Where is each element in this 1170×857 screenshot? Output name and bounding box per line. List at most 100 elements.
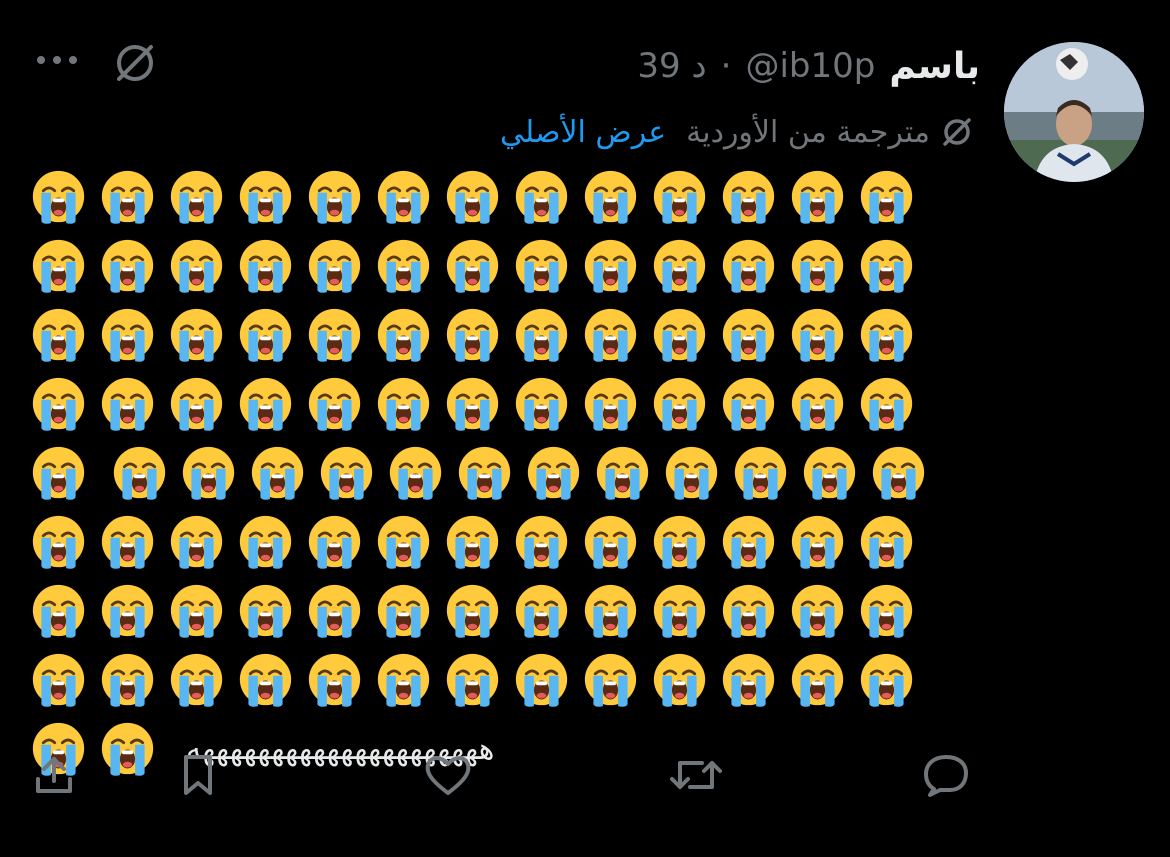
loudly-crying-face-emoji xyxy=(446,308,499,362)
loudly-crying-face-emoji xyxy=(791,584,844,638)
loudly-crying-face-emoji xyxy=(170,239,223,293)
loudly-crying-face-emoji xyxy=(791,239,844,293)
loudly-crying-face-emoji xyxy=(446,653,499,707)
loudly-crying-face-emoji xyxy=(515,308,568,362)
loudly-crying-face-emoji xyxy=(722,170,775,224)
tweet-body: هههههههههههههههههههههه xyxy=(30,168,930,789)
loudly-crying-face-emoji xyxy=(239,308,292,362)
loudly-crying-face-emoji xyxy=(860,584,913,638)
loudly-crying-face-emoji xyxy=(722,239,775,293)
share-icon xyxy=(36,757,72,793)
loudly-crying-face-emoji xyxy=(446,239,499,293)
reply-icon xyxy=(924,755,968,797)
loudly-crying-face-emoji xyxy=(32,446,85,500)
loudly-crying-face-emoji xyxy=(308,239,361,293)
loudly-crying-face-emoji xyxy=(515,515,568,569)
emoji-row xyxy=(30,582,930,651)
loudly-crying-face-emoji xyxy=(239,653,292,707)
bookmark-button[interactable] xyxy=(168,745,228,805)
loudly-crying-face-emoji xyxy=(791,653,844,707)
loudly-crying-face-emoji xyxy=(377,308,430,362)
more-icon xyxy=(37,56,77,64)
loudly-crying-face-emoji xyxy=(308,308,361,362)
retweet-icon xyxy=(670,761,722,789)
like-button[interactable] xyxy=(418,745,478,805)
loudly-crying-face-emoji xyxy=(170,377,223,431)
loudly-crying-face-emoji xyxy=(239,515,292,569)
loudly-crying-face-emoji xyxy=(101,653,154,707)
emoji-row xyxy=(30,651,930,720)
loudly-crying-face-emoji xyxy=(170,653,223,707)
loudly-crying-face-emoji xyxy=(251,446,304,500)
tweet-header: باسم @ib10p · 39 د xyxy=(637,38,980,94)
loudly-crying-face-emoji xyxy=(308,653,361,707)
loudly-crying-face-emoji xyxy=(653,653,706,707)
emoji-row xyxy=(30,306,930,375)
loudly-crying-face-emoji xyxy=(722,308,775,362)
loudly-crying-face-emoji xyxy=(791,308,844,362)
loudly-crying-face-emoji xyxy=(791,515,844,569)
reply-button[interactable] xyxy=(916,745,976,805)
translate-toggle-button[interactable] xyxy=(108,36,162,90)
avatar[interactable] xyxy=(1004,42,1144,182)
loudly-crying-face-emoji xyxy=(515,170,568,224)
loudly-crying-face-emoji xyxy=(170,170,223,224)
loudly-crying-face-emoji xyxy=(446,584,499,638)
emoji-row xyxy=(30,375,930,444)
loudly-crying-face-emoji xyxy=(239,170,292,224)
loudly-crying-face-emoji xyxy=(101,377,154,431)
translate-icon xyxy=(943,118,971,146)
loudly-crying-face-emoji xyxy=(860,239,913,293)
loudly-crying-face-emoji xyxy=(653,239,706,293)
loudly-crying-face-emoji xyxy=(32,653,85,707)
loudly-crying-face-emoji xyxy=(446,515,499,569)
translated-label: مترجمة من الأوردية xyxy=(686,114,930,150)
loudly-crying-face-emoji xyxy=(101,239,154,293)
loudly-crying-face-emoji xyxy=(584,239,637,293)
loudly-crying-face-emoji xyxy=(653,308,706,362)
loudly-crying-face-emoji xyxy=(308,377,361,431)
more-button[interactable] xyxy=(32,42,82,78)
loudly-crying-face-emoji xyxy=(170,308,223,362)
loudly-crying-face-emoji xyxy=(584,584,637,638)
display-name[interactable]: باسم xyxy=(889,46,980,87)
loudly-crying-face-emoji xyxy=(32,239,85,293)
loudly-crying-face-emoji xyxy=(377,377,430,431)
loudly-crying-face-emoji xyxy=(653,584,706,638)
loudly-crying-face-emoji xyxy=(872,446,925,500)
translate-icon xyxy=(117,45,153,81)
loudly-crying-face-emoji xyxy=(860,653,913,707)
show-original-link[interactable]: عرض الأصلي xyxy=(500,115,666,150)
loudly-crying-face-emoji xyxy=(101,170,154,224)
retweet-button[interactable] xyxy=(666,745,726,805)
loudly-crying-face-emoji xyxy=(182,446,235,500)
loudly-crying-face-emoji xyxy=(101,308,154,362)
loudly-crying-face-emoji xyxy=(596,446,649,500)
emoji-row xyxy=(30,237,930,306)
loudly-crying-face-emoji xyxy=(101,515,154,569)
loudly-crying-face-emoji xyxy=(791,377,844,431)
timestamp[interactable]: 39 د xyxy=(637,46,706,86)
loudly-crying-face-emoji xyxy=(101,584,154,638)
loudly-crying-face-emoji xyxy=(665,446,718,500)
loudly-crying-face-emoji xyxy=(584,170,637,224)
loudly-crying-face-emoji xyxy=(170,584,223,638)
loudly-crying-face-emoji xyxy=(113,446,166,500)
loudly-crying-face-emoji xyxy=(515,377,568,431)
loudly-crying-face-emoji xyxy=(239,377,292,431)
loudly-crying-face-emoji xyxy=(734,446,787,500)
loudly-crying-face-emoji xyxy=(446,170,499,224)
loudly-crying-face-emoji xyxy=(32,308,85,362)
loudly-crying-face-emoji xyxy=(584,377,637,431)
loudly-crying-face-emoji xyxy=(239,239,292,293)
like-icon xyxy=(425,756,471,795)
handle[interactable]: @ib10p xyxy=(745,46,875,86)
loudly-crying-face-emoji xyxy=(791,170,844,224)
share-button[interactable] xyxy=(24,745,84,805)
loudly-crying-face-emoji xyxy=(860,377,913,431)
loudly-crying-face-emoji xyxy=(377,239,430,293)
loudly-crying-face-emoji xyxy=(308,515,361,569)
loudly-crying-face-emoji xyxy=(389,446,442,500)
loudly-crying-face-emoji xyxy=(32,584,85,638)
loudly-crying-face-emoji xyxy=(446,377,499,431)
